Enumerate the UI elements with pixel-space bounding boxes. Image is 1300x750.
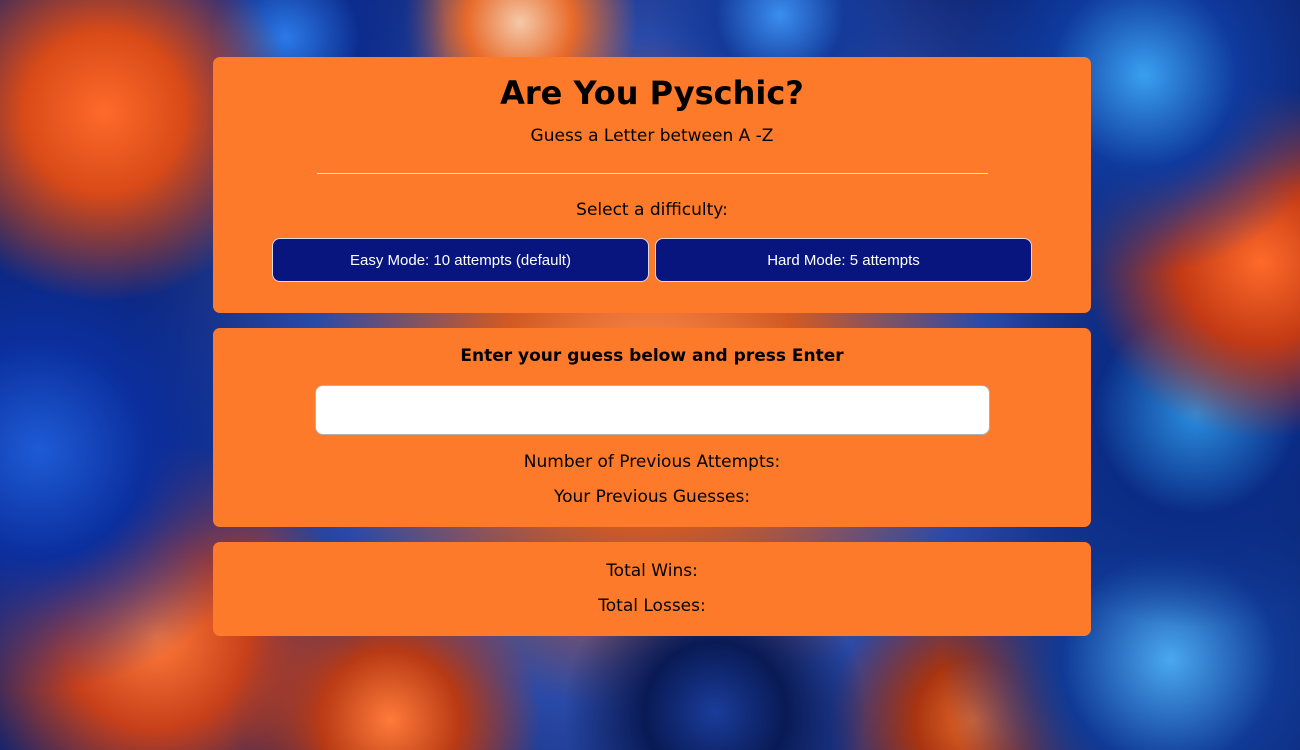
total-losses-label: Total Losses: — [598, 596, 706, 616]
divider — [317, 173, 988, 174]
difficulty-label: Select a difficulty: — [576, 200, 728, 220]
guess-panel: Enter your guess below and press Enter N… — [213, 328, 1091, 527]
hard-mode-button[interactable]: Hard Mode: 5 attempts — [655, 238, 1032, 282]
previous-attempts-label: Number of Previous Attempts: — [523, 452, 781, 472]
guess-input[interactable] — [315, 385, 990, 435]
totals-panel: Total Wins: Total Losses: — [213, 542, 1091, 636]
intro-panel: Are You Pyschic? Guess a Letter between … — [213, 57, 1091, 313]
guess-instruction: Enter your guess below and press Enter — [460, 346, 844, 366]
previous-guesses-label: Your Previous Guesses: — [553, 487, 751, 507]
page-title: Are You Pyschic? — [500, 74, 804, 112]
easy-mode-button[interactable]: Easy Mode: 10 attempts (default) — [272, 238, 649, 282]
page-subtitle: Guess a Letter between A -Z — [530, 126, 774, 146]
total-wins-label: Total Wins: — [606, 561, 698, 581]
